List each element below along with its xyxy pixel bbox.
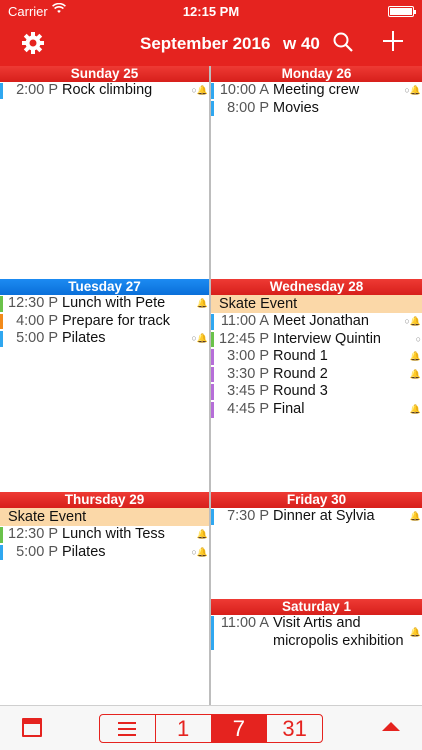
event-title: Round 3 xyxy=(273,383,328,400)
alarm-icon: 🔔 xyxy=(409,368,421,379)
event-item[interactable]: 3:45 P Round 3 xyxy=(211,383,422,401)
week-number: w 40 xyxy=(283,34,320,53)
event-item[interactable]: 10:00 A Meeting crew ○🔔 xyxy=(211,82,422,100)
event-item[interactable]: 12:30 P Lunch with Tess 🔔 xyxy=(0,526,209,544)
event-time: 4:00 P xyxy=(16,312,58,329)
day-header[interactable]: Friday 30 xyxy=(211,492,422,508)
alarm-icon: ○🔔 xyxy=(191,546,208,557)
day-header[interactable]: Saturday 1 xyxy=(211,599,422,615)
event-item[interactable]: 3:30 P Round 2 🔔 xyxy=(211,366,422,384)
event-time: 8:00 P xyxy=(227,99,269,116)
event-title: Prepare for track xyxy=(62,312,170,329)
event-item[interactable]: 12:30 P Lunch with Pete 🔔 xyxy=(0,295,209,313)
event-time: 7:30 P xyxy=(227,508,269,524)
event-item[interactable]: 5:00 P Pilates ○🔔 xyxy=(0,330,209,348)
event-time: 3:30 P xyxy=(227,365,269,382)
event-time: 12:30 P xyxy=(8,295,58,311)
scroll-up-icon[interactable] xyxy=(382,722,400,731)
gear-icon[interactable] xyxy=(20,30,46,56)
event-time: 12:30 P xyxy=(8,526,58,542)
event-item[interactable]: 7:30 P Dinner at Sylvia 🔔 xyxy=(211,508,422,526)
event-title: Meeting crew xyxy=(273,82,360,98)
event-title: Lunch with Pete xyxy=(62,295,166,311)
event-item[interactable]: 4:45 P Final 🔔 xyxy=(211,401,422,419)
day-saturday[interactable]: Saturday 1 11:00 A Visit Artis and micro… xyxy=(211,599,422,705)
day-wednesday[interactable]: Wednesday 28 Skate Event 11:00 A Meet Jo… xyxy=(211,279,422,491)
all-day-event[interactable]: Skate Event xyxy=(0,508,209,526)
event-time: 2:00 P xyxy=(16,82,58,98)
day-tuesday[interactable]: Tuesday 27 12:30 P Lunch with Pete 🔔 4:0… xyxy=(0,279,209,491)
event-title: Round 2 xyxy=(273,365,328,382)
alarm-icon: ○🔔 xyxy=(404,316,421,326)
calendar-icon[interactable] xyxy=(22,718,42,737)
day-sunday[interactable]: Sunday 25 2:00 P Rock climbing ○🔔 xyxy=(0,66,209,278)
alarm-icon: 🔔 xyxy=(409,511,421,521)
event-item[interactable]: 11:00 A Meet Jonathan ○🔔 xyxy=(211,313,422,331)
week-view-button[interactable]: 7 xyxy=(210,715,267,742)
event-title: Meet Jonathan xyxy=(273,313,369,329)
add-event-icon[interactable] xyxy=(380,28,406,54)
event-title: Interview Quintin xyxy=(273,330,381,347)
status-time: 12:15 PM xyxy=(182,4,240,19)
event-title: Pilates xyxy=(62,543,106,560)
alarm-icon: 🔔 xyxy=(409,351,421,362)
month-view-button[interactable]: 31 xyxy=(266,715,322,742)
day-header[interactable]: Wednesday 28 xyxy=(211,279,422,295)
bottom-toolbar: 1 7 31 xyxy=(0,705,422,750)
event-title: Final xyxy=(273,400,305,417)
all-day-event[interactable]: Skate Event xyxy=(211,295,422,313)
alarm-icon: 🔔 xyxy=(196,298,208,308)
event-title: Pilates xyxy=(62,330,106,347)
day-monday[interactable]: Monday 26 10:00 A Meeting crew ○🔔 8:00 P… xyxy=(211,66,422,278)
status-bar: Carrier 12:15 PM xyxy=(0,0,422,22)
alarm-icon: 🔔 xyxy=(196,529,208,539)
event-item[interactable]: 11:00 A Visit Artis and micropolis exhib… xyxy=(211,615,422,651)
event-title: Visit Artis and micropolis exhibition xyxy=(273,615,404,649)
alarm-icon: ○🔔 xyxy=(191,85,208,95)
day-friday[interactable]: Friday 30 7:30 P Dinner at Sylvia 🔔 xyxy=(211,492,422,598)
day-header[interactable]: Monday 26 xyxy=(211,66,422,82)
repeat-icon: ○ xyxy=(415,333,421,344)
view-mode-selector[interactable]: 1 7 31 xyxy=(99,714,323,743)
event-time: 5:00 P xyxy=(16,330,58,347)
event-time: 5:00 P xyxy=(16,543,58,560)
event-item[interactable]: 5:00 P Pilates ○🔔 xyxy=(0,544,209,562)
event-time: 3:45 P xyxy=(227,383,269,400)
event-title: Movies xyxy=(273,99,319,116)
day-header[interactable]: Sunday 25 xyxy=(0,66,209,82)
event-time: 11:00 A xyxy=(220,313,269,329)
event-item[interactable]: 3:00 P Round 1 🔔 xyxy=(211,348,422,366)
battery-icon xyxy=(388,6,416,17)
list-icon xyxy=(118,721,137,736)
event-title: Round 1 xyxy=(273,348,328,365)
event-time: 11:00 A xyxy=(220,615,269,631)
day-header-today[interactable]: Tuesday 27 xyxy=(0,279,209,295)
event-title: Lunch with Tess xyxy=(62,526,165,542)
list-view-button[interactable] xyxy=(100,715,155,742)
event-title: Rock climbing xyxy=(62,82,153,98)
search-icon[interactable] xyxy=(332,31,354,53)
event-item[interactable]: 4:00 P Prepare for track xyxy=(0,313,209,331)
alarm-icon: ○🔔 xyxy=(191,333,208,344)
event-item[interactable]: 12:45 P Interview Quintin ○ xyxy=(211,331,422,349)
event-time: 12:45 P xyxy=(219,330,269,347)
alarm-icon: 🔔 xyxy=(409,627,421,637)
event-time: 4:45 P xyxy=(227,400,269,417)
alarm-icon: ○🔔 xyxy=(404,85,421,95)
event-item[interactable]: 2:00 P Rock climbing ○🔔 xyxy=(0,82,209,100)
event-title: Dinner at Sylvia xyxy=(273,508,375,524)
day-thursday[interactable]: Thursday 29 Skate Event 12:30 P Lunch wi… xyxy=(0,492,209,705)
month-title[interactable]: September 2016 xyxy=(140,34,270,54)
top-bar: Carrier 12:15 PM September 2016 w 40 xyxy=(0,0,422,66)
event-item[interactable]: 8:00 P Movies xyxy=(211,100,422,118)
day-view-button[interactable]: 1 xyxy=(154,715,211,742)
event-time: 3:00 P xyxy=(227,348,269,365)
week-grid: Sunday 25 2:00 P Rock climbing ○🔔 Monday… xyxy=(0,66,422,705)
nav-bar: September 2016 w 40 xyxy=(0,22,422,66)
event-time: 10:00 A xyxy=(219,82,269,98)
day-header[interactable]: Thursday 29 xyxy=(0,492,209,508)
alarm-icon: 🔔 xyxy=(409,403,421,414)
